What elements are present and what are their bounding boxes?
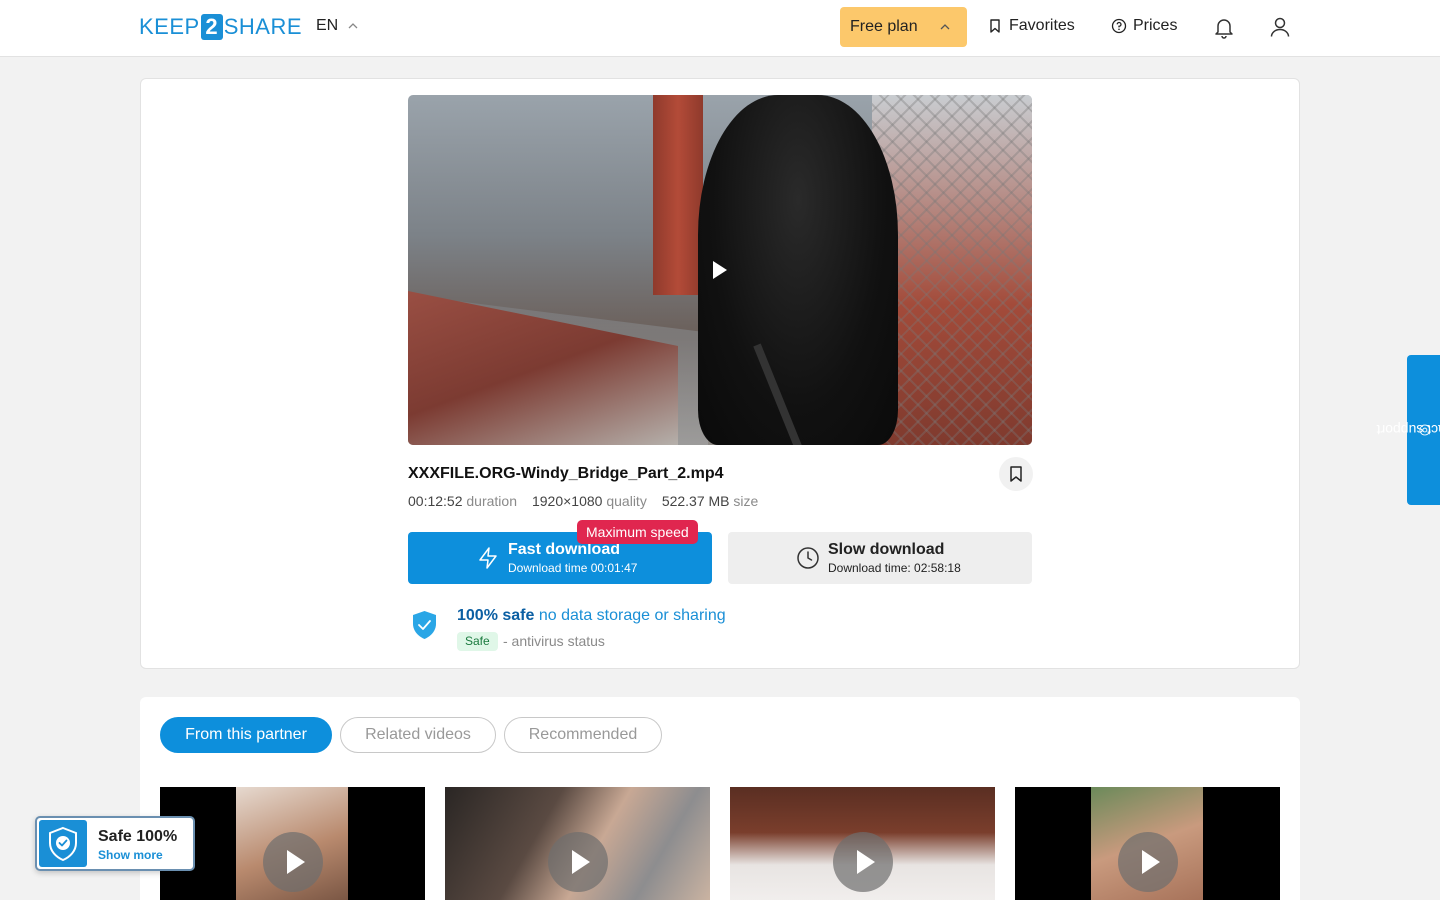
slow-download-button[interactable]: Slow download Download time: 02:58:18 — [728, 532, 1032, 584]
logo[interactable]: KEEP 2 SHARE — [139, 14, 302, 40]
video-thumbnail[interactable] — [730, 787, 995, 900]
contact-support-text: contact support — [1375, 422, 1440, 438]
file-name: XXXFILE.ORG-Windy_Bridge_Part_2.mp4 — [408, 465, 724, 482]
video-preview[interactable] — [408, 95, 1032, 445]
play-icon — [262, 832, 323, 892]
shield-box — [39, 820, 87, 867]
shield-check-icon — [49, 826, 77, 862]
quality-value: 1920×1080 — [531, 493, 603, 509]
top-header: KEEP 2 SHARE EN Free plan Favorites Prices — [0, 0, 1440, 57]
duration-info: 00:12:52 duration — [408, 493, 517, 509]
video-thumbnail[interactable] — [1015, 787, 1280, 900]
bookmark-icon — [1010, 466, 1022, 482]
plan-label: Free plan — [850, 18, 918, 35]
chevron-up-icon — [940, 24, 950, 30]
video-frame-person — [698, 95, 898, 445]
bell-icon[interactable] — [1212, 15, 1236, 39]
safety-statement: 100% safe no data storage or sharing — [457, 607, 726, 625]
play-icon — [547, 832, 608, 892]
language-selector[interactable]: EN — [316, 17, 358, 35]
tab-recommended[interactable]: Recommended — [504, 717, 662, 753]
prices-label: Prices — [1133, 17, 1178, 34]
shield-check-icon — [413, 611, 436, 639]
duration-label: duration — [466, 493, 517, 509]
play-icon — [832, 832, 893, 892]
logo-text-share: SHARE — [223, 14, 302, 39]
language-label: EN — [316, 17, 339, 34]
file-meta: 00:12:52 duration 1920×1080 quality 522.… — [408, 493, 758, 509]
favorites-label: Favorites — [1009, 17, 1075, 34]
play-icon[interactable] — [713, 261, 727, 279]
safe-badge-widget[interactable]: Safe 100% Show more — [35, 816, 195, 871]
safety-rest: no data storage or sharing — [538, 607, 726, 624]
chevron-up-icon — [348, 23, 358, 29]
quality-info: 1920×1080 quality — [532, 493, 647, 509]
bookmark-icon — [990, 19, 1000, 33]
help-circle-icon — [1111, 18, 1127, 34]
slow-download-label: Slow download — [828, 541, 945, 558]
lightning-icon — [479, 547, 497, 569]
prices-link[interactable]: Prices — [1111, 17, 1177, 35]
favorites-link[interactable]: Favorites — [987, 17, 1075, 35]
tab-from-this-partner[interactable]: From this partner — [160, 717, 332, 753]
size-value: 522.37 MB — [661, 493, 730, 509]
max-speed-badge: Maximum speed — [577, 520, 698, 544]
quality-label: quality — [606, 493, 647, 509]
antivirus-status-label: - antivirus status — [503, 633, 605, 649]
show-more-link[interactable]: Show more — [98, 848, 163, 862]
antivirus-badge: Safe — [457, 632, 498, 651]
safety-bold: 100% safe — [457, 607, 535, 624]
contact-support-tab[interactable]: ◎ contact support — [1376, 355, 1440, 505]
tab-related-videos[interactable]: Related videos — [340, 717, 496, 753]
duration-value: 00:12:52 — [408, 493, 463, 509]
contact-support-label: ◎ contact support — [1376, 422, 1440, 438]
size-label: size — [733, 493, 759, 509]
clock-icon — [797, 547, 819, 569]
video-thumbnail[interactable] — [445, 787, 710, 900]
widget-title: Safe 100% — [98, 828, 178, 845]
add-favorite-button[interactable] — [999, 457, 1033, 491]
video-frame-tower — [653, 95, 703, 295]
video-thumbnail[interactable] — [160, 787, 425, 900]
logo-text-keep: KEEP — [139, 14, 200, 39]
plan-dropdown-button[interactable]: Free plan — [840, 7, 967, 47]
logo-number: 2 — [200, 14, 223, 40]
size-info: 522.37 MB size — [662, 493, 759, 509]
play-icon — [1117, 832, 1178, 892]
user-icon[interactable] — [1268, 15, 1292, 39]
fast-download-time: Download time 00:01:47 — [508, 561, 638, 575]
slow-download-time: Download time: 02:58:18 — [828, 561, 961, 575]
